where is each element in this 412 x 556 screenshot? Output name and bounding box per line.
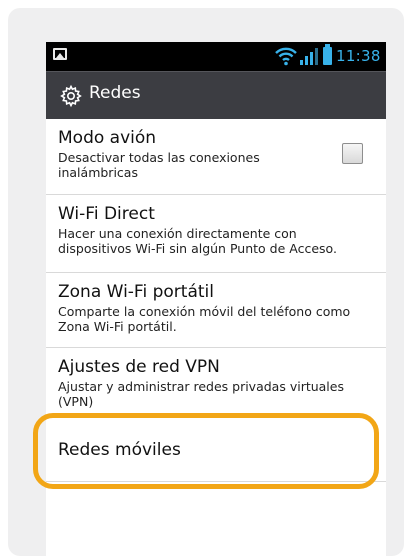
airplane-mode-checkbox[interactable] — [342, 143, 363, 164]
setting-wifi-direct[interactable]: Wi-Fi Direct Hacer una conexión directam… — [46, 195, 386, 273]
gallery-icon — [53, 48, 67, 60]
clock: 11:38 — [336, 47, 381, 65]
setting-vpn[interactable]: Ajustes de red VPN Ajustar y administrar… — [46, 348, 386, 412]
phone-screen: 11:38 Redes Modo avión Desactivar todas … — [46, 42, 386, 556]
setting-subtitle: Comparte la conexión móvil del teléfono … — [58, 304, 351, 334]
settings-list: Modo avión Desactivar todas las conexion… — [46, 119, 386, 412]
battery-icon — [323, 44, 332, 65]
action-bar: Redes — [46, 71, 386, 119]
setting-subtitle: Hacer una conexión directamente con disp… — [58, 226, 337, 256]
setting-subtitle: Desactivar todas las conexiones inalámbr… — [58, 150, 260, 180]
signal-icon — [300, 48, 318, 65]
page-title: Redes — [89, 83, 141, 103]
setting-mobile-networks[interactable]: Redes móviles — [46, 414, 386, 482]
wifi-icon — [275, 47, 297, 66]
status-bar: 11:38 — [46, 42, 386, 71]
setting-title: Zona Wi-Fi portátil — [58, 282, 214, 302]
setting-title: Wi-Fi Direct — [58, 204, 155, 224]
setting-title: Modo avión — [58, 128, 157, 148]
setting-title: Ajustes de red VPN — [58, 357, 220, 377]
setting-title: Redes móviles — [58, 440, 181, 460]
setting-subtitle: Ajustar y administrar redes privadas vir… — [58, 379, 344, 409]
setting-portable-hotspot[interactable]: Zona Wi-Fi portátil Comparte la conexión… — [46, 273, 386, 348]
setting-airplane-mode[interactable]: Modo avión Desactivar todas las conexion… — [46, 119, 386, 195]
gear-icon[interactable] — [59, 84, 83, 108]
